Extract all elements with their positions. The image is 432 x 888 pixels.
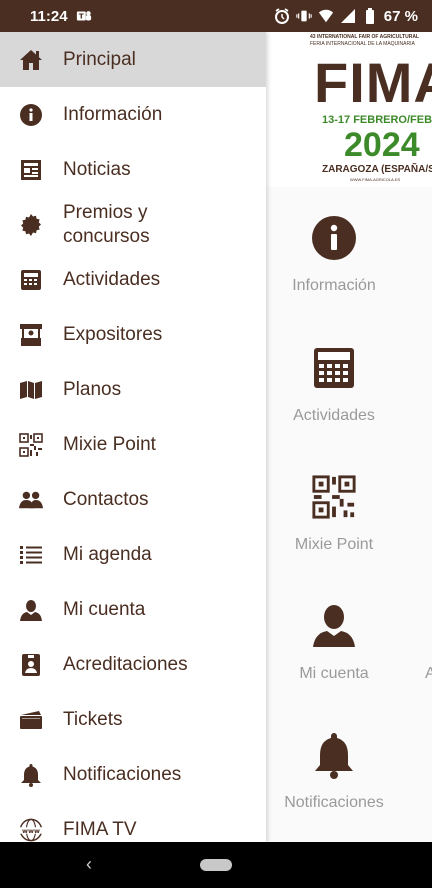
teams-icon: T bbox=[76, 8, 92, 24]
menu-item-mi-cuenta[interactable]: Mi cuenta bbox=[0, 582, 266, 637]
fima-banner[interactable]: 43 INTERNATIONAL FAIR OF AGRICULTURAL FE… bbox=[266, 32, 432, 187]
bell-icon bbox=[19, 763, 43, 787]
status-time: 11:24 bbox=[30, 7, 68, 25]
battery-icon bbox=[362, 8, 378, 24]
info-circle-icon bbox=[311, 215, 357, 261]
svg-text:T: T bbox=[78, 12, 83, 21]
menu-label: Tickets bbox=[63, 708, 123, 730]
tile-label: Información bbox=[292, 277, 376, 294]
tile-notificaciones[interactable]: Notificaciones bbox=[266, 732, 402, 852]
menu-item-mixie-point[interactable]: Mixie Point bbox=[0, 417, 266, 472]
navigation-drawer: Principal Información Noticias Premios y… bbox=[0, 32, 266, 842]
menu-label: Información bbox=[63, 103, 163, 125]
wifi-icon bbox=[318, 8, 334, 24]
menu-label: Notificaciones bbox=[63, 763, 182, 785]
alarm-icon bbox=[274, 8, 290, 24]
calculator-icon bbox=[311, 345, 357, 391]
tile-label: Mixie Point bbox=[294, 536, 374, 553]
stand-icon bbox=[19, 323, 43, 347]
list-icon bbox=[19, 543, 43, 567]
status-bar: 11:24 T 67 % bbox=[0, 0, 432, 32]
menu-item-noticias[interactable]: Noticias bbox=[0, 142, 266, 197]
menu-label: Principal bbox=[63, 48, 136, 70]
tile-label: Notificaciones bbox=[284, 794, 384, 811]
calculator-icon bbox=[19, 268, 43, 292]
qr-code-icon bbox=[311, 474, 357, 520]
tile-mixie-point[interactable]: Mixie Point bbox=[266, 474, 402, 594]
ticket-icon bbox=[19, 708, 43, 732]
menu-label: Expositores bbox=[63, 323, 163, 345]
tile-label: Actividades bbox=[293, 407, 375, 424]
user-icon bbox=[19, 598, 43, 622]
banner-city: ZARAGOZA (ESPAÑA/SI bbox=[322, 164, 432, 175]
home-icon bbox=[19, 48, 43, 72]
menu-item-acreditaciones[interactable]: Acreditaciones bbox=[0, 637, 266, 692]
tile-peek-label: A bbox=[425, 665, 432, 682]
menu-label: Mi agenda bbox=[63, 543, 152, 565]
menu-item-principal[interactable]: Principal bbox=[0, 32, 266, 87]
banner-brand: FIMA bbox=[314, 51, 432, 114]
menu-item-contactos[interactable]: Contactos bbox=[0, 472, 266, 527]
menu-item-informacion[interactable]: Información bbox=[0, 87, 266, 142]
qr-code-icon bbox=[19, 432, 43, 457]
tile-label: Mi cuenta bbox=[299, 665, 369, 682]
info-circle-icon bbox=[19, 103, 43, 127]
tile-actividades[interactable]: Actividades bbox=[266, 345, 402, 465]
svg-text:www: www bbox=[22, 826, 40, 834]
user-icon bbox=[311, 603, 357, 649]
bell-icon bbox=[311, 732, 357, 779]
battery-percent: 67 % bbox=[383, 7, 418, 25]
menu-label: Acreditaciones bbox=[63, 653, 188, 675]
menu-label: FIMA TV bbox=[63, 818, 137, 840]
menu-item-expositores[interactable]: Expositores bbox=[0, 307, 266, 362]
tile-mi-cuenta[interactable]: Mi cuenta bbox=[266, 603, 402, 723]
status-left: 11:24 T bbox=[30, 8, 92, 25]
map-icon bbox=[19, 378, 43, 402]
menu-item-premios[interactable]: Premios y concursos bbox=[0, 197, 266, 252]
home-pill-button[interactable] bbox=[200, 859, 232, 871]
banner-year: 2024 bbox=[344, 126, 420, 164]
status-right: 67 % bbox=[274, 8, 418, 25]
banner-dates: 13-17 FEBRERO/FEBRU bbox=[322, 114, 432, 126]
menu-item-fima-tv[interactable]: www FIMA TV bbox=[0, 802, 266, 857]
newspaper-icon bbox=[19, 158, 43, 182]
menu-label: Premios y concursos bbox=[63, 201, 150, 247]
menu-item-tickets[interactable]: Tickets bbox=[0, 692, 266, 747]
banner-line1: 43 INTERNATIONAL FAIR OF AGRICULTURAL bbox=[310, 34, 419, 40]
vibrate-icon bbox=[296, 8, 312, 24]
menu-item-planos[interactable]: Planos bbox=[0, 362, 266, 417]
menu-label: Contactos bbox=[63, 488, 149, 510]
menu-label: Actividades bbox=[63, 268, 161, 290]
menu-item-mi-agenda[interactable]: Mi agenda bbox=[0, 527, 266, 582]
globe-www-icon: www bbox=[19, 818, 43, 842]
menu-label: Planos bbox=[63, 378, 122, 400]
menu-label: Noticias bbox=[63, 158, 131, 180]
menu-label: Mixie Point bbox=[63, 433, 156, 455]
banner-url: WWW.FIMA-AGRICOLA.ES bbox=[350, 177, 401, 182]
badge-icon bbox=[19, 653, 43, 677]
banner-line2: FERIA INTERNACIONAL DE LA MAQUINARIA bbox=[310, 41, 415, 47]
menu-label: Mi cuenta bbox=[63, 598, 146, 620]
menu-item-actividades[interactable]: Actividades bbox=[0, 252, 266, 307]
tile-informacion[interactable]: Información bbox=[266, 215, 402, 335]
users-icon bbox=[19, 488, 43, 512]
menu-item-notificaciones[interactable]: Notificaciones bbox=[0, 747, 266, 802]
award-icon bbox=[19, 213, 43, 237]
back-chevron-icon[interactable]: ‹ bbox=[86, 854, 92, 875]
signal-icon bbox=[340, 8, 356, 24]
